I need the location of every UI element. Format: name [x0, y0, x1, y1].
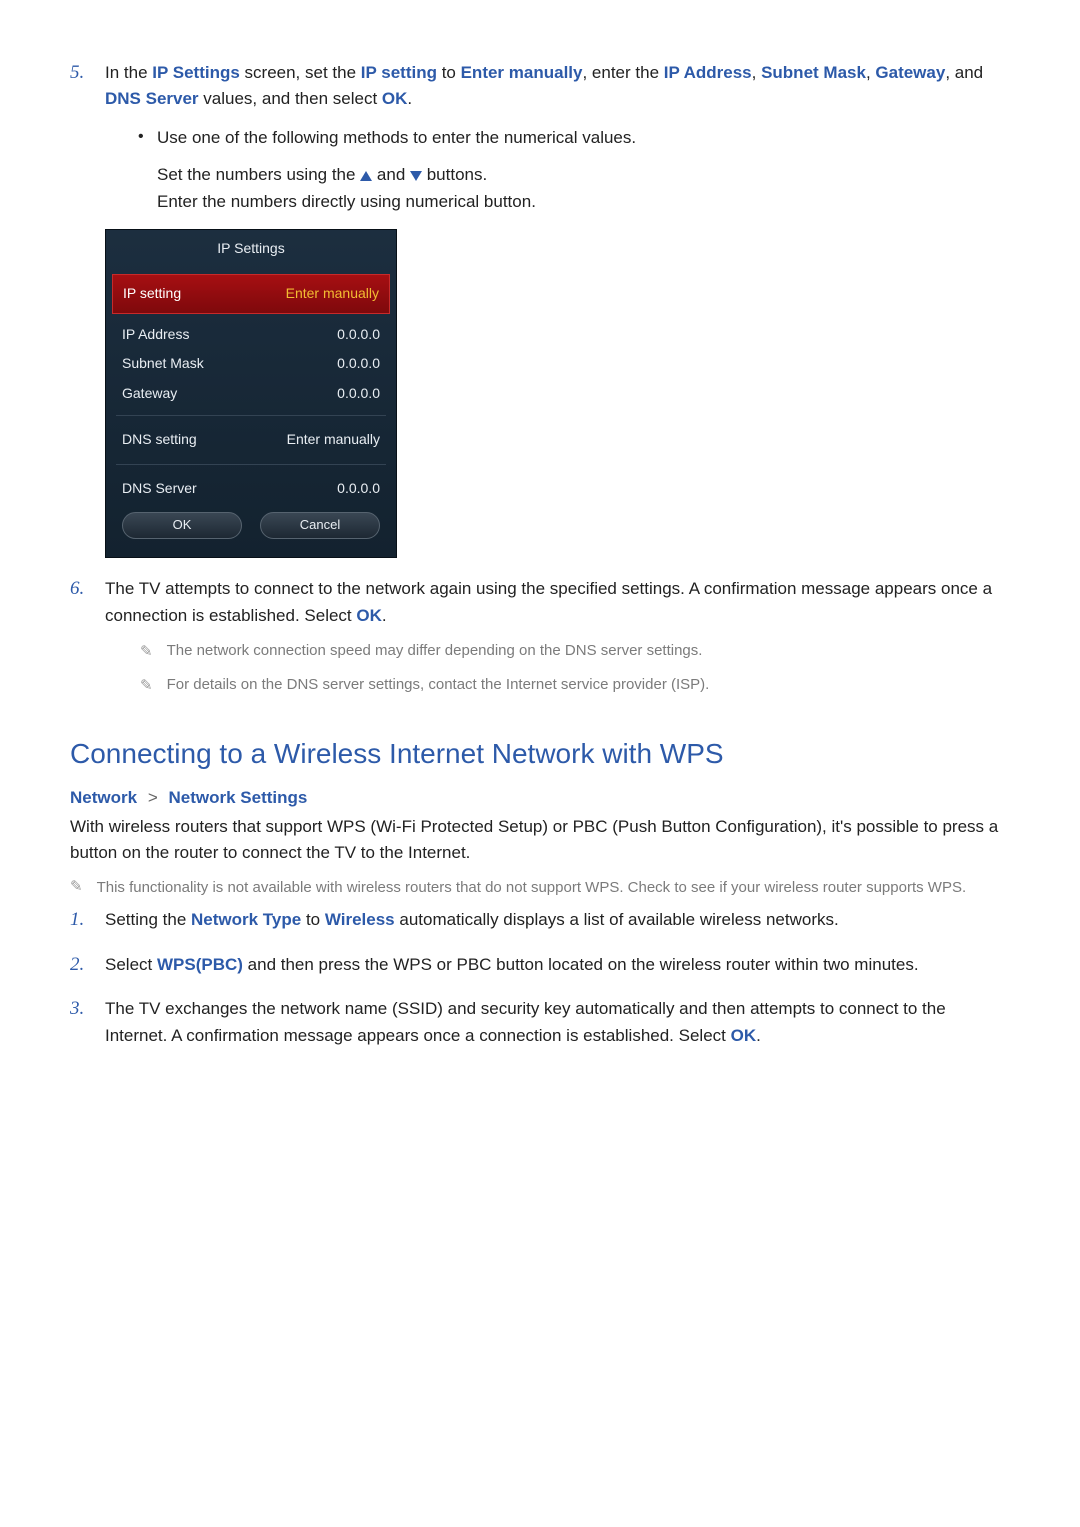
kw-enter-manually: Enter manually: [461, 63, 583, 82]
panel-row-label: DNS setting: [122, 429, 197, 451]
step-6-number: 6.: [70, 574, 84, 603]
method-line-2: Enter the numbers directly using numeric…: [157, 188, 1010, 215]
wps-step-3-number: 3.: [70, 994, 84, 1023]
panel-row-ip-address[interactable]: IP Address 0.0.0.0: [106, 320, 396, 350]
wps-step-3: 3. The TV exchanges the network name (SS…: [70, 996, 1010, 1049]
breadcrumb-network: Network: [70, 788, 137, 807]
panel-row-subnet-mask[interactable]: Subnet Mask 0.0.0.0: [106, 349, 396, 379]
wps-step-1-text: Setting the Network Type to Wireless aut…: [105, 910, 839, 929]
panel-row-dns-setting[interactable]: DNS setting Enter manually: [106, 422, 396, 458]
panel-separator: [116, 415, 386, 416]
wps-step-2: 2. Select WPS(PBC) and then press the WP…: [70, 952, 1010, 978]
wps-step-2-number: 2.: [70, 950, 84, 979]
wps-step-1-number: 1.: [70, 905, 84, 934]
kw-wps-pbc: WPS(PBC): [157, 955, 243, 974]
breadcrumb-separator: >: [148, 788, 158, 807]
breadcrumb: Network > Network Settings: [70, 788, 1010, 808]
wps-step-2-text: Select WPS(PBC) and then press the WPS o…: [105, 955, 919, 974]
panel-row-value: 0.0.0.0: [337, 478, 380, 500]
panel-row-label: IP Address: [122, 324, 189, 346]
kw-ip-settings: IP Settings: [152, 63, 240, 82]
panel-row-ip-setting[interactable]: IP setting Enter manually: [112, 274, 390, 314]
kw-ip-address: IP Address: [664, 63, 752, 82]
panel-row-value: 0.0.0.0: [337, 383, 380, 405]
kw-ok: OK: [356, 606, 382, 625]
step-5-number: 5.: [70, 58, 84, 87]
step-6-note-2: ✎ For details on the DNS server settings…: [105, 673, 1010, 697]
panel-row-gateway[interactable]: Gateway 0.0.0.0: [106, 379, 396, 409]
step-6: 6. The TV attempts to connect to the net…: [70, 576, 1010, 697]
step-5: 5. In the IP Settings screen, set the IP…: [70, 60, 1010, 558]
arrow-down-icon: [410, 171, 422, 181]
kw-wireless: Wireless: [325, 910, 395, 929]
panel-row-value: Enter manually: [286, 283, 379, 305]
step-5-bullet: Use one of the following methods to ente…: [135, 125, 1010, 151]
wps-note: ✎ This functionality is not available wi…: [70, 876, 1010, 899]
arrow-up-icon: [360, 171, 372, 181]
step-5-method-lines: Set the numbers using the and buttons. E…: [157, 161, 1010, 215]
note-icon: ✎: [140, 673, 153, 697]
note-icon: ✎: [70, 876, 83, 895]
kw-subnet-mask: Subnet Mask: [761, 63, 866, 82]
step-6-note-1: ✎ The network connection speed may diffe…: [105, 639, 1010, 663]
kw-ip-setting: IP setting: [361, 63, 437, 82]
panel-row-dns-server[interactable]: DNS Server 0.0.0.0: [106, 471, 396, 507]
panel-separator: [116, 464, 386, 465]
cancel-button[interactable]: Cancel: [260, 512, 380, 539]
wps-intro: With wireless routers that support WPS (…: [70, 814, 1010, 867]
step-5-text: In the IP Settings screen, set the IP se…: [105, 63, 983, 108]
kw-ok: OK: [382, 89, 408, 108]
note-text: The network connection speed may differ …: [167, 639, 703, 662]
breadcrumb-network-settings: Network Settings: [168, 788, 307, 807]
note-text: For details on the DNS server settings, …: [167, 673, 710, 696]
panel-title: IP Settings: [106, 230, 396, 274]
panel-row-label: DNS Server: [122, 478, 197, 500]
kw-dns-server: DNS Server: [105, 89, 199, 108]
section-heading-wps: Connecting to a Wireless Internet Networ…: [70, 738, 1010, 770]
panel-row-value: 0.0.0.0: [337, 324, 380, 346]
panel-row-value: 0.0.0.0: [337, 353, 380, 375]
panel-button-row: OK Cancel: [106, 506, 396, 557]
step-6-text: The TV attempts to connect to the networ…: [105, 579, 992, 624]
note-icon: ✎: [140, 639, 153, 663]
panel-row-label: Subnet Mask: [122, 353, 204, 375]
kw-ok: OK: [731, 1026, 757, 1045]
wps-step-1: 1. Setting the Network Type to Wireless …: [70, 907, 1010, 933]
ok-button[interactable]: OK: [122, 512, 242, 539]
kw-gateway: Gateway: [875, 63, 945, 82]
note-text: This functionality is not available with…: [97, 876, 967, 899]
panel-row-label: Gateway: [122, 383, 177, 405]
kw-network-type: Network Type: [191, 910, 301, 929]
wps-step-3-text: The TV exchanges the network name (SSID)…: [105, 999, 946, 1044]
panel-row-value: Enter manually: [287, 429, 380, 451]
method-line-1: Set the numbers using the and buttons.: [157, 161, 1010, 188]
ip-settings-panel: IP Settings IP setting Enter manually IP…: [105, 229, 397, 558]
panel-row-label: IP setting: [123, 283, 181, 305]
